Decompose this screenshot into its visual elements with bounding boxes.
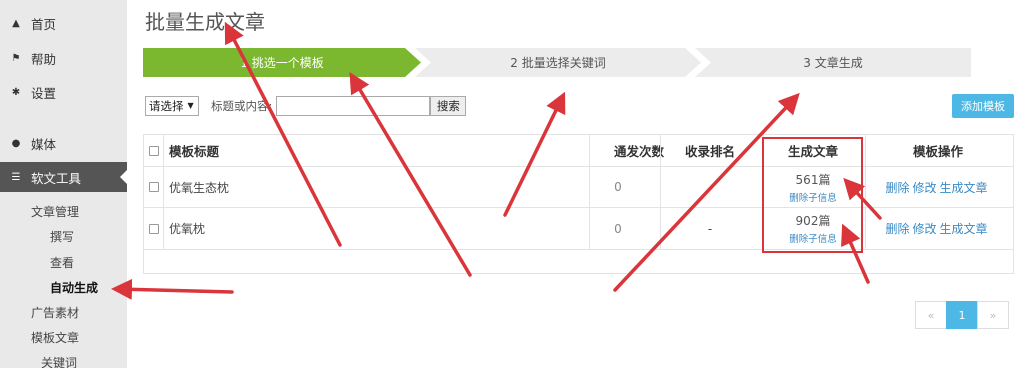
step-1-choose-template[interactable]: 1 挑选一个模板 [143, 48, 421, 77]
annotation-highlight-box [762, 137, 863, 253]
sidebar-item-label: 首页 [31, 16, 57, 32]
step-3-generate-articles[interactable]: 3 文章生成 [695, 48, 971, 77]
sidebar-sub-write[interactable]: 撰写 [50, 228, 74, 245]
flag-icon: ⚑ [11, 52, 21, 64]
row-title: 优氧枕 [169, 222, 206, 236]
template-table: 模板标题 通发次数 收录排名 生成文章 模板操作 优氧生态枕 0 561篇 删除… [143, 134, 1014, 274]
search-button[interactable]: 搜索 [430, 95, 467, 116]
caret-down-icon: ▼ [187, 101, 194, 110]
delete-link[interactable]: 删除 [885, 179, 909, 196]
sidebar-sub-keywords[interactable]: 关键词 [41, 354, 77, 368]
select-all-checkbox[interactable] [149, 145, 159, 156]
sidebar-item-label: 设置 [31, 85, 57, 101]
home-icon: ▲ [12, 17, 20, 29]
column-divider [163, 135, 164, 249]
gear-icon: ✱ [11, 86, 21, 98]
sidebar-item-help[interactable]: ⚑ 帮助 [0, 43, 127, 73]
row-actions: 删除 修改 生成文章 [885, 167, 991, 207]
sidebar-sub-article-management[interactable]: 文章管理 [31, 203, 79, 220]
arrow-to-auto-generate [111, 278, 234, 300]
row-rank: - [707, 221, 713, 236]
table-row: 优氧生态枕 0 561篇 删除子信息 删除 修改 生成文章 [144, 167, 1013, 208]
pagination-page-button[interactable]: 1 [946, 301, 978, 329]
sidebar-sub-template-articles[interactable]: 模板文章 [31, 329, 79, 346]
select-value: 请选择 [149, 98, 184, 113]
row-title: 优氧生态枕 [169, 180, 230, 195]
step-wizard: 1 挑选一个模板 2 批量选择关键词 3 文章生成 [143, 48, 971, 77]
header-index-rank: 收录排名 [684, 144, 735, 159]
table-header-row: 模板标题 通发次数 收录排名 生成文章 模板操作 [144, 135, 1013, 167]
add-template-button[interactable]: 添加模板 [952, 94, 1014, 118]
pagination-prev-button[interactable]: « [915, 301, 947, 329]
row-send-count: 0 [614, 221, 622, 236]
edit-link[interactable]: 修改 [912, 220, 936, 237]
sidebar-item-label: 软文工具 [31, 170, 82, 186]
sidebar-item-settings[interactable]: ✱ 设置 [0, 77, 127, 107]
generate-article-link[interactable]: 生成文章 [940, 220, 988, 237]
generate-article-link[interactable]: 生成文章 [940, 179, 988, 196]
pagination: « 1 » [915, 301, 1009, 329]
row-actions: 删除 修改 生成文章 [885, 208, 991, 249]
sidebar-item-home[interactable]: ▲ 首页 [0, 8, 127, 38]
sidebar: ▲ 首页 ⚑ 帮助 ✱ 设置 ● 媒体 ☰ 软文工具 文章管理 撰写 查看 自动… [0, 0, 128, 368]
sidebar-sub-auto-generate[interactable]: 自动生成 [50, 279, 98, 296]
delete-link[interactable]: 删除 [885, 220, 909, 237]
filter-label: 标题或内容: [211, 98, 273, 113]
row-rank [660, 167, 760, 207]
row-checkbox[interactable] [149, 182, 159, 192]
column-divider [660, 135, 661, 249]
filter-toolbar: 请选择 ▼ 标题或内容: 搜索 [145, 95, 467, 116]
edit-link[interactable]: 修改 [912, 179, 936, 196]
sidebar-item-label: 帮助 [31, 51, 57, 67]
category-select[interactable]: 请选择 ▼ [145, 95, 199, 116]
page-title: 批量生成文章 [145, 10, 265, 34]
header-template-title: 模板标题 [169, 144, 220, 159]
sidebar-sub-ad-materials[interactable]: 广告素材 [31, 304, 79, 321]
sidebar-sub-view[interactable]: 查看 [50, 254, 74, 271]
row-checkbox[interactable] [149, 223, 159, 234]
header-template-actions: 模板操作 [912, 144, 963, 159]
column-divider [589, 135, 590, 249]
column-divider [865, 135, 866, 249]
step-2-select-keywords[interactable]: 2 批量选择关键词 [415, 48, 701, 77]
table-row: 优氧枕 0 - 902篇 删除子信息 删除 修改 生成文章 [144, 208, 1013, 250]
list-icon: ☰ [11, 171, 21, 183]
map-pin-icon: ● [11, 137, 21, 149]
row-send-count: 0 [614, 180, 622, 194]
sidebar-item-media[interactable]: ● 媒体 [0, 128, 127, 158]
pagination-next-button[interactable]: » [977, 301, 1009, 329]
sidebar-item-soft-article-tools[interactable]: ☰ 软文工具 [0, 162, 128, 192]
sidebar-item-label: 媒体 [31, 136, 57, 152]
search-input[interactable] [276, 95, 431, 116]
